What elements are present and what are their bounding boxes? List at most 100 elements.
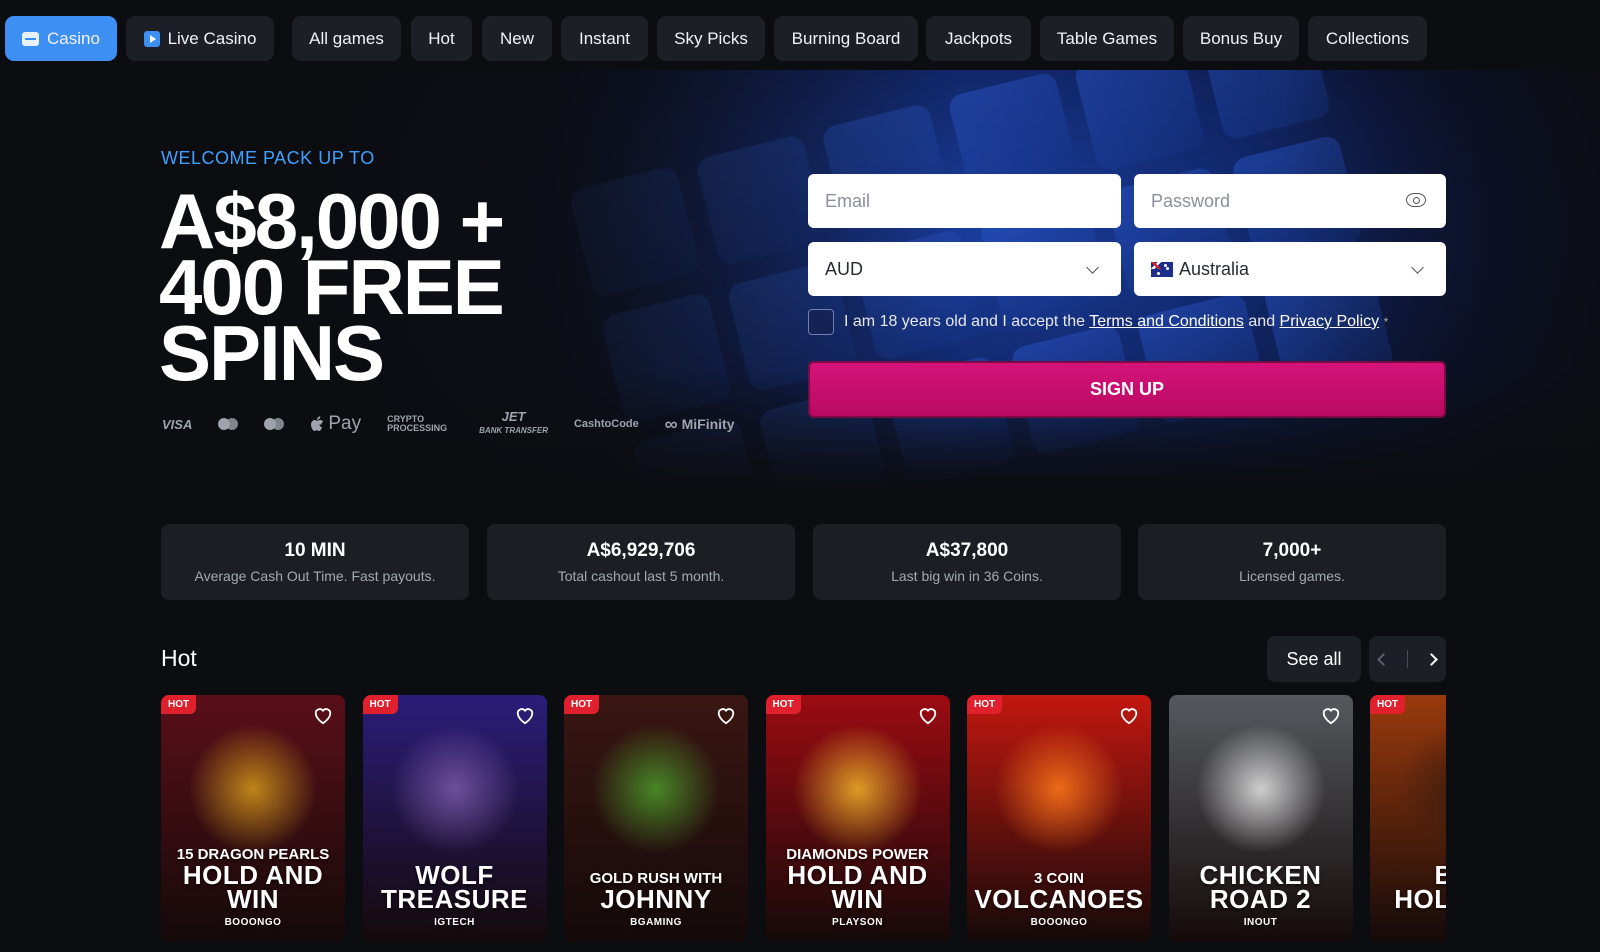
stat-card: A$6,929,706 Total cashout last 5 month. — [487, 524, 795, 600]
game-name: HOLD EXT — [1394, 884, 1446, 914]
game-provider: PLAYSON — [832, 917, 883, 928]
game-title: WOLF TREASURE IGTECH — [363, 862, 547, 928]
game-card[interactable]: HOT GOLD RUSH WITH JOHNNY BGAMING — [564, 695, 748, 942]
country-select[interactable]: Australia — [1134, 242, 1446, 296]
game-provider: INOUT — [1243, 917, 1278, 928]
game-card[interactable]: HOT 15 DRAGON PEARLS HOLD AND WIN BOOONGO — [161, 695, 345, 942]
game-title: CHICKEN ROAD 2 INOUT — [1169, 862, 1353, 928]
hot-badge: HOT — [765, 695, 801, 714]
email-field[interactable] — [808, 174, 1121, 228]
game-name: HOLD AND WIN — [182, 860, 324, 914]
crypto-processing-logo: CRYPTO PROCESSING — [387, 414, 448, 433]
game-provider: IGTECH — [434, 917, 475, 928]
jet-text: JET — [501, 409, 526, 424]
heart-icon[interactable] — [715, 705, 737, 725]
stat-value: 7,000+ — [1262, 540, 1322, 561]
game-artwork — [188, 723, 318, 854]
tab-all-games[interactable]: All games — [292, 16, 401, 61]
apple-icon — [311, 416, 324, 431]
welcome-pack-label: WELCOME PACK UP TO — [161, 148, 375, 168]
tab-jackpots[interactable]: Jackpots — [926, 16, 1031, 61]
game-title: BUFHOLD EXTBOOM — [1370, 862, 1446, 928]
game-provider: BOOONGO — [1030, 917, 1088, 928]
tab-collections[interactable]: Collections — [1308, 16, 1427, 61]
heart-icon[interactable] — [1320, 705, 1342, 725]
stat-desc: Average Cash Out Time. Fast payouts. — [194, 568, 436, 584]
jet-sub-text: BANK TRANSFER — [479, 426, 548, 435]
heart-icon[interactable] — [514, 705, 536, 725]
payment-methods: VISA Pay CRYPTO PROCESSING JET BANK TRAN… — [162, 409, 735, 436]
nav-live-casino-button[interactable]: Live Casino — [126, 16, 274, 61]
game-title: 15 DRAGON PEARLS HOLD AND WIN BOOONGO — [161, 847, 345, 929]
game-artwork — [389, 723, 520, 854]
game-title: GOLD RUSH WITH JOHNNY BGAMING — [564, 871, 748, 929]
game-card[interactable]: HOT DIAMONDS POWER HOLD AND WIN PLAYSON — [765, 695, 950, 942]
tab-instant[interactable]: Instant — [561, 16, 648, 61]
mifinity-logo: ∞ MiFinity — [665, 414, 735, 435]
chevron-right-icon[interactable] — [1425, 652, 1439, 666]
tab-burning-board[interactable]: Burning Board — [774, 16, 918, 61]
game-card[interactable]: HOT WOLF TREASURE IGTECH — [362, 695, 547, 942]
cashtocode-logo: CashtoCode — [573, 418, 639, 430]
top-navigation: Casino Live Casino All games Hot New Ins… — [0, 0, 1600, 70]
chevron-down-icon — [1086, 261, 1099, 274]
consent-text: I am 18 years old and I accept the Terms… — [844, 313, 1388, 331]
privacy-link[interactable]: Privacy Policy — [1280, 313, 1380, 330]
chevron-down-icon — [1411, 261, 1424, 274]
game-card[interactable]: CHICKEN ROAD 2 INOUT — [1168, 695, 1353, 942]
game-name: HOLD AND WIN — [787, 860, 928, 914]
stat-desc: Total cashout last 5 month. — [557, 568, 725, 584]
nav-casino-label: Casino — [47, 28, 100, 48]
game-title: 3 COIN VOLCANOES BOOONGO — [967, 871, 1151, 929]
tab-new[interactable]: New — [482, 16, 552, 61]
hot-badge: HOT — [564, 695, 600, 714]
game-provider: BOOM — [1370, 917, 1446, 928]
jet-bank-transfer-logo: JET BANK TRANSFER — [479, 409, 548, 436]
hot-badge: HOT — [362, 695, 398, 714]
game-name: VOLCANOES — [974, 884, 1144, 914]
game-card[interactable]: HOTBUFHOLD EXTBOOM — [1370, 695, 1446, 942]
stat-value: 10 MIN — [284, 540, 346, 561]
heart-icon[interactable] — [917, 705, 939, 725]
terms-link[interactable]: Terms and Conditions — [1089, 313, 1244, 330]
apple-pay-text: Pay — [328, 413, 362, 434]
game-card[interactable]: HOT 3 COIN VOLCANOES BOOONGO — [967, 695, 1151, 942]
email-input[interactable] — [825, 190, 1104, 212]
stat-card: 10 MIN Average Cash Out Time. Fast payou… — [161, 524, 469, 600]
age-consent-checkbox[interactable] — [808, 309, 834, 335]
hot-games-carousel: HOT 15 DRAGON PEARLS HOLD AND WIN BOOONGO HO… — [161, 695, 1446, 952]
tab-hot[interactable]: Hot — [411, 16, 472, 61]
required-mark: * — [1383, 315, 1389, 329]
see-all-button[interactable]: See all — [1267, 636, 1361, 682]
country-value: Australia — [1179, 258, 1250, 279]
australia-flag-icon — [1151, 261, 1173, 277]
game-name: TREASURE — [380, 884, 528, 914]
nav-casino-button[interactable]: Casino — [5, 16, 117, 61]
hot-badge: HOT — [161, 695, 197, 714]
headline-line: SPINS — [159, 309, 385, 397]
signup-button[interactable]: SIGN UP — [808, 361, 1446, 418]
tab-table-games[interactable]: Table Games — [1040, 16, 1174, 61]
game-name: JOHNNY — [600, 884, 712, 914]
password-field[interactable] — [1134, 174, 1446, 228]
game-artwork — [792, 723, 923, 854]
tab-sky-picks[interactable]: Sky Picks — [657, 16, 765, 61]
tab-bonus-buy[interactable]: Bonus Buy — [1183, 16, 1299, 61]
game-name: ROAD 2 — [1209, 884, 1312, 914]
stat-value: A$37,800 — [925, 540, 1009, 561]
currency-select[interactable]: AUD — [808, 242, 1121, 296]
game-title: DIAMONDS POWER HOLD AND WIN PLAYSON — [766, 847, 950, 929]
stat-card: 7,000+ Licensed games. — [1138, 524, 1446, 600]
chevron-left-icon[interactable] — [1376, 652, 1390, 666]
bonus-headline: A$8,000 + 400 FREE SPINS — [159, 182, 579, 397]
hot-badge: HOT — [1370, 695, 1406, 714]
consent-and: and — [1248, 313, 1276, 330]
mastercard-icon — [218, 418, 239, 430]
game-artwork — [994, 723, 1124, 854]
infinity-icon: ∞ — [664, 413, 678, 434]
heart-icon[interactable] — [312, 705, 334, 725]
mifinity-text: MiFinity — [681, 416, 735, 432]
eye-icon[interactable] — [1406, 193, 1426, 207]
heart-icon[interactable] — [1118, 705, 1140, 725]
password-input[interactable] — [1151, 190, 1429, 212]
